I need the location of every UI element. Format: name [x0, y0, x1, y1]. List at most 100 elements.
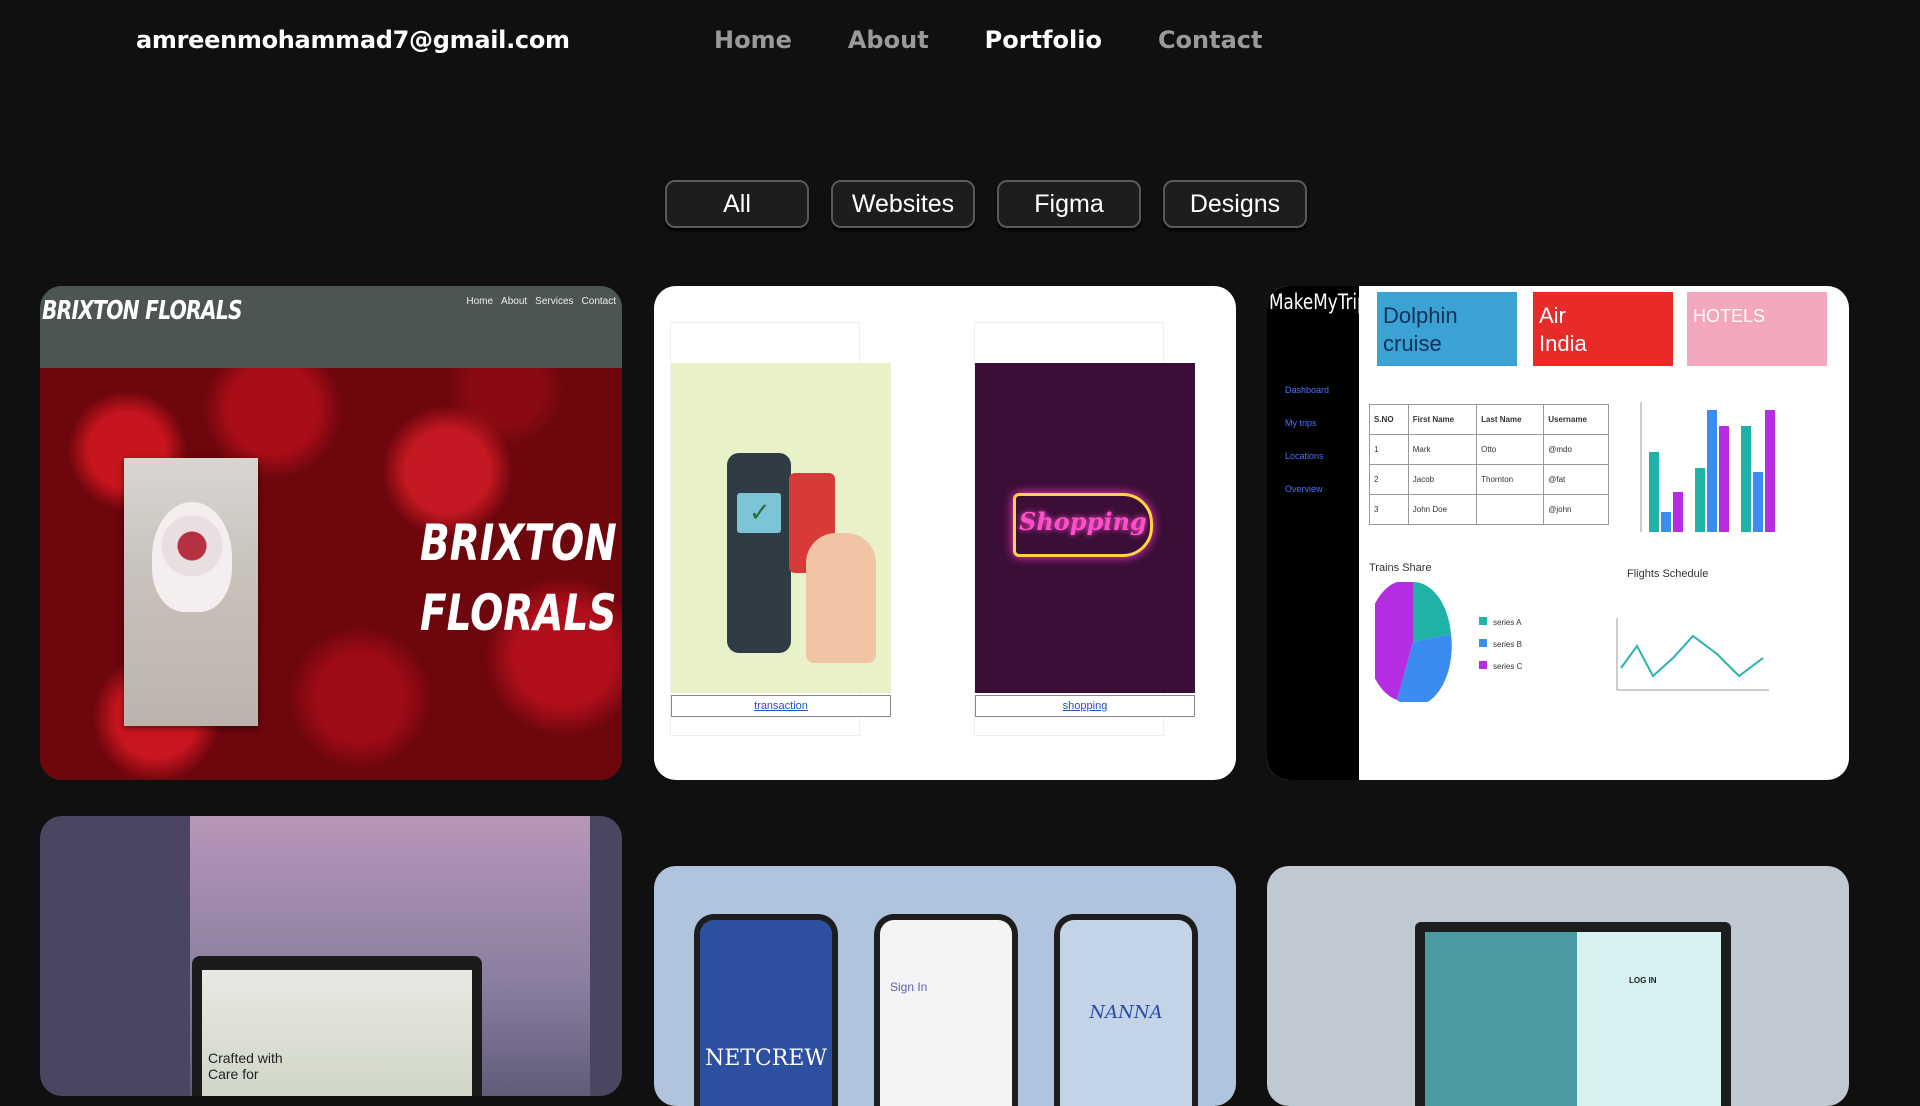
legend-label: series B: [1493, 640, 1522, 649]
chart-bar: [1673, 492, 1683, 532]
chart-bar: [1649, 452, 1659, 532]
nav-contact[interactable]: Contact: [1158, 26, 1263, 54]
table-header-cell: S.NO: [1369, 404, 1409, 435]
mmt-pie-chart: [1375, 582, 1452, 702]
mmt-nav-locations: Locations: [1285, 451, 1324, 461]
legend-swatch: [1479, 661, 1487, 669]
brixton-logo: BRIXTON FLORALS: [42, 296, 243, 326]
table-cell: Otto: [1476, 434, 1545, 465]
gallery-item-shopping: Shopping shopping: [974, 322, 1195, 736]
mmt-user-table: S.NO First Name Last Name Username 1 Mar…: [1369, 404, 1609, 525]
nanna-label: NANNA: [1089, 1002, 1163, 1023]
phone-mockup: NANNA: [1054, 914, 1198, 1106]
login-title: LOG IN: [1629, 976, 1657, 985]
phone-screen: NETCREW: [700, 920, 832, 1106]
brixton-hero-title-line1: BRIXTON: [420, 514, 617, 572]
table-cell: @mdo: [1543, 434, 1609, 465]
payment-terminal-illustration: ✓: [671, 363, 891, 693]
table-cell: 1: [1369, 434, 1409, 465]
mmt-tile-label: Dolphin cruise: [1383, 303, 1458, 356]
nav-home[interactable]: Home: [714, 26, 792, 54]
neon-shopping-illustration: Shopping: [975, 363, 1195, 693]
mmt-bar-chart: [1640, 402, 1775, 532]
chart-bar: [1661, 512, 1671, 532]
transaction-link[interactable]: transaction: [671, 695, 891, 717]
table-cell: Thornton: [1476, 464, 1545, 495]
pie-slice: [1413, 582, 1451, 642]
phone-mockup: Sign In: [874, 914, 1018, 1106]
legend-swatch: [1479, 639, 1487, 647]
legend-item: series B: [1479, 634, 1522, 656]
chart-bar: [1695, 468, 1705, 532]
crafted-text: Crafted with Care for: [208, 1050, 283, 1082]
gallery-item-transaction: ✓ transaction: [670, 322, 891, 736]
legend-item: series A: [1479, 612, 1522, 634]
filter-websites-button[interactable]: Websites: [831, 180, 975, 228]
legend-label: series A: [1493, 618, 1522, 627]
flights-schedule-title: Flights Schedule: [1627, 568, 1709, 580]
chart-bar: [1753, 472, 1763, 532]
mmt-sidebar: MakeMyTrip Dashboard My trips Locations …: [1267, 286, 1368, 780]
chart-bar: [1741, 426, 1751, 532]
chart-bar: [1707, 410, 1717, 532]
netcrew-label: NETCREW: [704, 1046, 828, 1071]
table-cell: [1476, 494, 1545, 525]
mmt-tile-hotels: HOTELS: [1687, 292, 1827, 366]
brixton-menu-about: About: [501, 296, 528, 307]
filter-all-button[interactable]: All: [665, 180, 809, 228]
portfolio-card-crafted[interactable]: Crafted with Care for: [40, 816, 622, 1096]
table-row: 3 John Doe @john: [1369, 494, 1609, 525]
mmt-tile-label: HOTELS: [1693, 306, 1766, 326]
pie-legend: series A series B series C: [1479, 612, 1522, 678]
table-header-cell: Last Name: [1476, 404, 1545, 435]
brixton-hero-title-line2: FLORALS: [420, 584, 617, 642]
nav-portfolio[interactable]: Portfolio: [985, 26, 1102, 54]
hand-icon: [806, 533, 876, 663]
filter-designs-button[interactable]: Designs: [1163, 180, 1307, 228]
legend-swatch: [1479, 617, 1487, 625]
mmt-tile-air-india: Air India: [1533, 292, 1673, 366]
portfolio-card-makemytrip[interactable]: MakeMyTrip Dashboard My trips Locations …: [1267, 286, 1849, 780]
brixton-hero-title: BRIXTON FLORALS: [420, 508, 617, 648]
portfolio-card-brixton-florals[interactable]: BRIXTON FLORALS Home About Services Cont…: [40, 286, 622, 780]
nav-about[interactable]: About: [848, 26, 929, 54]
phone-screen: NANNA: [1060, 920, 1192, 1106]
mmt-sidebar-nav: Dashboard My trips Locations Overview: [1285, 374, 1329, 506]
legend-label: series C: [1493, 662, 1523, 671]
mmt-line-chart: [1616, 618, 1769, 691]
main-nav: Home About Portfolio Contact: [714, 26, 1319, 54]
portfolio-filters: All Websites Figma Designs: [665, 180, 1307, 228]
portfolio-card-gallery[interactable]: ✓ transaction Shopping shopping: [654, 286, 1236, 780]
mmt-nav-dashboard: Dashboard: [1285, 385, 1330, 395]
portfolio-card-mobile-app[interactable]: NETCREW Sign In NANNA: [654, 866, 1236, 1106]
portfolio-card-login[interactable]: LOG IN: [1267, 866, 1849, 1106]
table-header-row: S.NO First Name Last Name Username: [1369, 404, 1609, 435]
chart-bar: [1765, 410, 1775, 532]
table-cell: John Doe: [1407, 494, 1478, 525]
card-terminal-icon: ✓: [727, 453, 791, 653]
table-cell: @john: [1543, 494, 1609, 525]
mmt-logo: MakeMyTrip: [1269, 290, 1368, 314]
mmt-nav-overview: Overview: [1285, 484, 1323, 494]
chart-bar: [1719, 426, 1729, 532]
site-header: amreenmohammad7@gmail.com Home About Por…: [0, 0, 1920, 86]
legend-item: series C: [1479, 656, 1522, 678]
table-cell: Jacob: [1407, 464, 1478, 495]
check-icon: ✓: [749, 497, 771, 527]
table-cell: 2: [1369, 464, 1409, 495]
mmt-tile-dolphin-cruise: Dolphin cruise: [1377, 292, 1517, 366]
mmt-tile-label: Air India: [1539, 303, 1587, 356]
chart-line: [1620, 634, 1764, 678]
filter-figma-button[interactable]: Figma: [997, 180, 1141, 228]
table-header-cell: Username: [1543, 404, 1609, 435]
table-cell: @fat: [1543, 464, 1609, 495]
brixton-menu: Home About Services Contact: [466, 296, 616, 307]
trains-share-title: Trains Share: [1369, 562, 1432, 574]
table-cell: 3: [1369, 494, 1409, 525]
table-cell: Mark: [1407, 434, 1478, 465]
table-header-cell: First Name: [1407, 404, 1478, 435]
email-address[interactable]: amreenmohammad7@gmail.com: [136, 26, 570, 54]
phone-screen: Sign In: [880, 920, 1012, 1106]
table-row: 2 Jacob Thornton @fat: [1369, 464, 1609, 495]
shopping-link[interactable]: shopping: [975, 695, 1195, 717]
